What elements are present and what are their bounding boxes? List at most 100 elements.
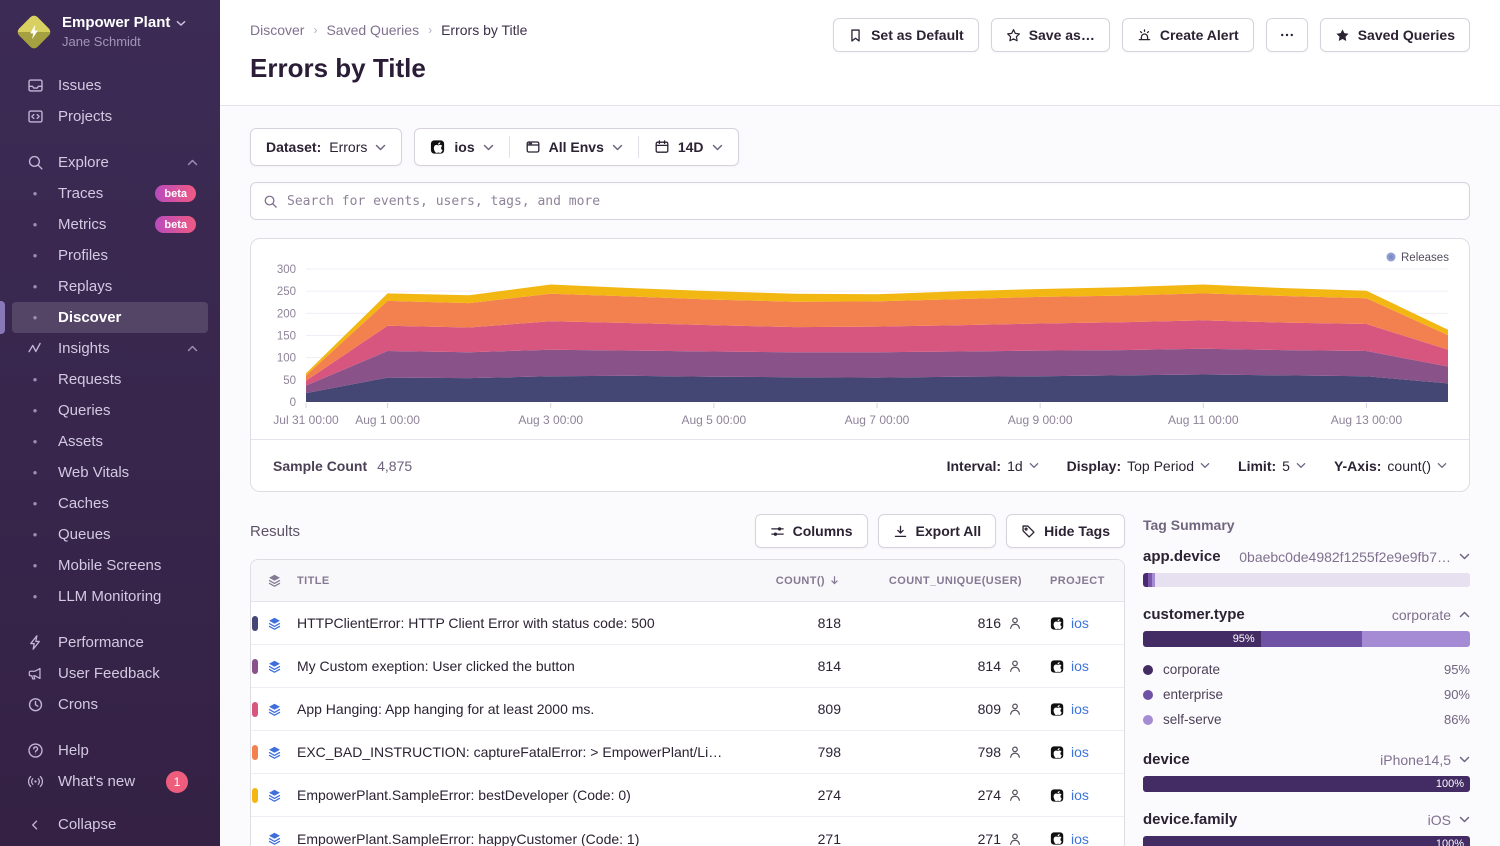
column-header-count-unique[interactable]: COUNT_UNIQUE(USER) bbox=[843, 575, 1028, 587]
sidebar-item-discover[interactable]: •Discover bbox=[12, 302, 208, 333]
sidebar-item-queues[interactable]: •Queues bbox=[12, 519, 208, 550]
search-input[interactable] bbox=[287, 194, 1457, 209]
error-title-link[interactable]: EmpowerPlant.SampleError: happyCustomer … bbox=[297, 831, 743, 846]
sidebar-item-caches[interactable]: •Caches bbox=[12, 488, 208, 519]
beta-badge: beta bbox=[155, 216, 196, 233]
breadcrumb-separator: › bbox=[313, 23, 317, 37]
table-row[interactable]: EmpowerPlant.SampleError: happyCustomer … bbox=[251, 817, 1124, 846]
column-header-project[interactable]: PROJECT bbox=[1028, 575, 1124, 587]
org-switcher[interactable]: Empower Plant Jane Schmidt bbox=[0, 0, 220, 60]
error-title-link[interactable]: App Hanging: App hanging for at least 20… bbox=[297, 701, 743, 717]
sidebar-item-web-vitals[interactable]: •Web Vitals bbox=[12, 457, 208, 488]
saved-queries-button[interactable]: Saved Queries bbox=[1320, 18, 1470, 52]
project-cell[interactable]: ios bbox=[1028, 787, 1124, 803]
breadcrumb-discover[interactable]: Discover bbox=[250, 22, 304, 38]
create-alert-button[interactable]: Create Alert bbox=[1122, 18, 1254, 52]
hide-tags-button[interactable]: Hide Tags bbox=[1006, 514, 1125, 548]
project-cell[interactable]: ios bbox=[1028, 744, 1124, 760]
events-chart[interactable]: 050100150200250300Jul 31 00:00Aug 1 00:0… bbox=[251, 239, 1469, 439]
tag-header[interactable]: customer.type corporate bbox=[1143, 606, 1470, 623]
svg-text:Aug 13 00:00: Aug 13 00:00 bbox=[1331, 413, 1403, 427]
bullet-dot: • bbox=[26, 527, 44, 542]
stack-icon[interactable] bbox=[251, 831, 297, 846]
columns-button[interactable]: Columns bbox=[755, 514, 868, 548]
sidebar-item-queries[interactable]: •Queries bbox=[12, 395, 208, 426]
tag-top-value: iPhone14,5 bbox=[1380, 752, 1470, 768]
sidebar-item-performance[interactable]: Performance bbox=[12, 627, 208, 658]
project-cell[interactable]: ios bbox=[1028, 615, 1124, 631]
table-row[interactable]: App Hanging: App hanging for at least 20… bbox=[251, 688, 1124, 731]
sidebar-item-label: Projects bbox=[58, 108, 112, 125]
save-as-button[interactable]: Save as… bbox=[991, 18, 1110, 52]
tag-value-row[interactable]: self-serve 86% bbox=[1143, 707, 1470, 732]
table-row[interactable]: EXC_BAD_INSTRUCTION: captureFatalError: … bbox=[251, 731, 1124, 774]
tag-distribution-bar[interactable] bbox=[1143, 573, 1470, 587]
column-header-title[interactable]: TITLE bbox=[297, 575, 743, 587]
sidebar-item-issues[interactable]: Issues bbox=[12, 70, 208, 101]
count-value: 274 bbox=[743, 787, 843, 803]
limit-select[interactable]: Limit:5 bbox=[1238, 458, 1306, 474]
y-axis-select[interactable]: Y-Axis:count() bbox=[1334, 458, 1447, 474]
breadcrumb-saved-queries[interactable]: Saved Queries bbox=[326, 22, 419, 38]
error-title-link[interactable]: EmpowerPlant.SampleError: bestDeveloper … bbox=[297, 787, 743, 803]
sidebar-item-crons[interactable]: Crons bbox=[12, 689, 208, 720]
tag-distribution-bar[interactable]: 100% bbox=[1143, 836, 1470, 846]
sidebar-item-metrics[interactable]: •Metricsbeta bbox=[12, 209, 208, 240]
sidebar-item-mobile-screens[interactable]: •Mobile Screens bbox=[12, 550, 208, 581]
sidebar-item-user-feedback[interactable]: User Feedback bbox=[12, 658, 208, 689]
tag-value-percent: 95% bbox=[1444, 662, 1470, 677]
person-icon bbox=[1008, 788, 1022, 802]
count-value: 271 bbox=[743, 831, 843, 846]
display-select[interactable]: Display:Top Period bbox=[1067, 458, 1210, 474]
sidebar-item-insights[interactable]: Insights bbox=[12, 333, 208, 364]
set-as-default-button[interactable]: Set as Default bbox=[833, 18, 979, 52]
tag-value-row[interactable]: corporate 95% bbox=[1143, 657, 1470, 682]
environment-filter[interactable]: All Envs bbox=[510, 129, 638, 165]
nav-divider bbox=[0, 132, 220, 147]
tag-header[interactable]: device iPhone14,5 bbox=[1143, 751, 1470, 768]
table-row[interactable]: HTTPClientError: HTTP Client Error with … bbox=[251, 602, 1124, 645]
page-content: Dataset: Errors ios All Envs bbox=[220, 106, 1500, 846]
collapse-button[interactable]: Collapse bbox=[12, 809, 208, 840]
date-range-filter[interactable]: 14D bbox=[639, 129, 738, 165]
column-header-count[interactable]: COUNT() bbox=[743, 574, 843, 587]
sidebar-item-explore[interactable]: Explore bbox=[12, 147, 208, 178]
sidebar-item-label: Queries bbox=[58, 402, 111, 419]
error-title-link[interactable]: My Custom exeption: User clicked the but… bbox=[297, 658, 743, 674]
table-row[interactable]: EmpowerPlant.SampleError: bestDeveloper … bbox=[251, 774, 1124, 817]
svg-text:Releases: Releases bbox=[1401, 252, 1449, 264]
sidebar-item-llm-monitoring[interactable]: •LLM Monitoring bbox=[12, 581, 208, 612]
tag-distribution-bar[interactable]: 100% bbox=[1143, 776, 1470, 792]
sidebar-item-replays[interactable]: •Replays bbox=[12, 271, 208, 302]
error-title-link[interactable]: EXC_BAD_INSTRUCTION: captureFatalError: … bbox=[297, 744, 743, 760]
filter-row: Dataset: Errors ios All Envs bbox=[250, 128, 1470, 166]
tag-bar-segment bbox=[1155, 573, 1470, 587]
stack-icon[interactable] bbox=[251, 573, 297, 588]
sidebar-item-whats-new[interactable]: What's new1 bbox=[12, 766, 208, 797]
sidebar-item-help[interactable]: Help bbox=[12, 735, 208, 766]
sidebar-item-assets[interactable]: •Assets bbox=[12, 426, 208, 457]
tag-bar-segment: 95% bbox=[1143, 631, 1261, 647]
tag-header[interactable]: device.family iOS bbox=[1143, 811, 1470, 828]
project-cell[interactable]: ios bbox=[1028, 658, 1124, 674]
bullet-dot: • bbox=[26, 186, 44, 201]
sidebar-item-requests[interactable]: •Requests bbox=[12, 364, 208, 395]
sidebar-item-profiles[interactable]: •Profiles bbox=[12, 240, 208, 271]
tag-distribution-bar[interactable]: 95% bbox=[1143, 631, 1470, 647]
project-filter[interactable]: ios bbox=[415, 129, 508, 165]
project-cell[interactable]: ios bbox=[1028, 831, 1124, 846]
sidebar-item-traces[interactable]: •Tracesbeta bbox=[12, 178, 208, 209]
tag-header[interactable]: app.device 0baebc0de4982f1255f2e9e9fb7… bbox=[1143, 548, 1470, 565]
project-cell[interactable]: ios bbox=[1028, 701, 1124, 717]
interval-select[interactable]: Interval:1d bbox=[947, 458, 1039, 474]
sidebar-item-projects[interactable]: Projects bbox=[12, 101, 208, 132]
error-title-link[interactable]: HTTPClientError: HTTP Client Error with … bbox=[297, 615, 743, 631]
table-row[interactable]: My Custom exeption: User clicked the but… bbox=[251, 645, 1124, 688]
export-all-button[interactable]: Export All bbox=[878, 514, 997, 548]
more-options-button[interactable] bbox=[1266, 18, 1308, 52]
broadcast-icon bbox=[26, 773, 44, 791]
dataset-filter[interactable]: Dataset: Errors bbox=[251, 129, 401, 165]
tag-value-label: corporate bbox=[1163, 662, 1220, 677]
sidebar-item-label: Performance bbox=[58, 634, 144, 651]
tag-value-row[interactable]: enterprise 90% bbox=[1143, 682, 1470, 707]
